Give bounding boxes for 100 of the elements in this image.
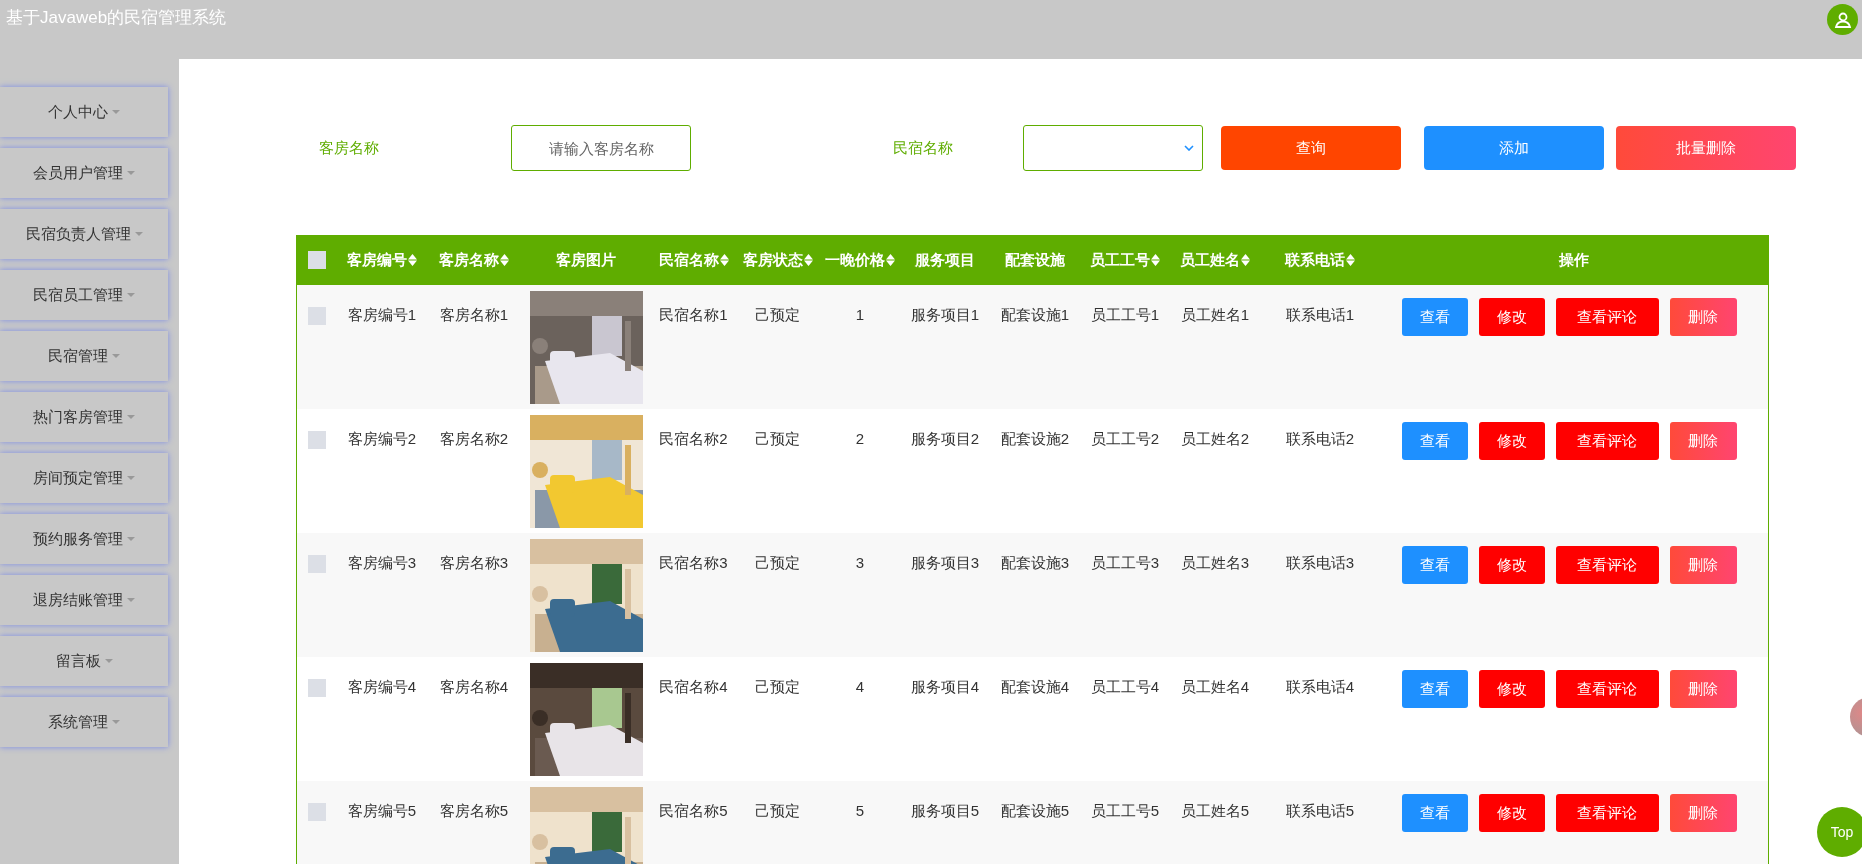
view-button[interactable]: 查看 [1401, 794, 1468, 832]
table-cell-text: 己预定 [755, 305, 800, 324]
sidebar-item[interactable]: 民宿负责人管理 [0, 209, 168, 259]
caret-icon [127, 171, 135, 175]
sidebar-item[interactable]: 民宿员工管理 [0, 270, 168, 320]
column-label: 配套设施 [1005, 249, 1065, 270]
homestay-select[interactable] [1023, 125, 1203, 171]
sort-icon[interactable] [1241, 254, 1250, 266]
edit-button[interactable]: 修改 [1478, 422, 1545, 460]
table-cell-text: 员工工号4 [1090, 677, 1160, 696]
table-cell-text: 己预定 [755, 553, 800, 572]
table-cell-text: 民宿名称5 [659, 801, 728, 820]
caret-icon [112, 354, 120, 358]
caret-icon [127, 476, 135, 480]
view-button[interactable]: 查看 [1401, 298, 1468, 336]
column-label: 联系电话 [1285, 249, 1345, 270]
comments-button[interactable]: 查看评论 [1555, 546, 1659, 584]
query-button[interactable]: 查询 [1221, 126, 1401, 170]
sidebar-item[interactable]: 房间预定管理 [0, 453, 168, 503]
delete-button[interactable]: 删除 [1669, 794, 1737, 832]
table-cell-text: 配套设施3 [1000, 553, 1070, 572]
table-cell-text: 联系电话3 [1285, 553, 1355, 572]
table-cell-text: 联系电话2 [1285, 429, 1355, 448]
delete-button[interactable]: 删除 [1669, 546, 1737, 584]
comments-button[interactable]: 查看评论 [1555, 794, 1659, 832]
user-icon[interactable] [1827, 4, 1858, 35]
sidebar-item[interactable]: 退房结账管理 [0, 575, 168, 625]
sidebar-item[interactable]: 会员用户管理 [0, 148, 168, 198]
table-cell-text: 客房编号5 [347, 801, 417, 820]
comments-button[interactable]: 查看评论 [1555, 422, 1659, 460]
caret-icon [112, 720, 120, 724]
table-cell-text: 民宿名称3 [659, 553, 728, 572]
checkbox[interactable] [307, 431, 326, 449]
table-cell-text: 民宿名称1 [659, 305, 728, 324]
sidebar-item[interactable]: 个人中心 [0, 87, 168, 137]
chevron-down-icon [1184, 145, 1194, 151]
column-label: 客房状态 [742, 249, 803, 270]
comments-button[interactable]: 查看评论 [1555, 670, 1659, 708]
column-label: 民宿名称 [658, 249, 719, 270]
bulk-delete-button[interactable]: 批量删除 [1616, 126, 1796, 170]
table-cell-text: 员工工号3 [1090, 553, 1160, 572]
table-cell-text: 己预定 [755, 429, 800, 448]
checkbox[interactable] [307, 803, 326, 821]
caret-icon [127, 598, 135, 602]
caret-icon [134, 232, 143, 236]
table-cell-text: 客房编号3 [347, 553, 417, 572]
table-cell-text: 服务项目5 [910, 801, 980, 820]
delete-button[interactable]: 删除 [1669, 670, 1737, 708]
table-cell-text: 联系电话5 [1285, 801, 1355, 820]
view-button[interactable]: 查看 [1401, 670, 1468, 708]
checkbox[interactable] [307, 307, 326, 325]
sidebar-item[interactable]: 预约服务管理 [0, 514, 168, 564]
comments-button[interactable]: 查看评论 [1555, 298, 1659, 336]
sort-icon[interactable] [408, 254, 417, 266]
checkbox[interactable] [307, 251, 326, 269]
checkbox[interactable] [307, 679, 326, 697]
table-cell-text: 员工工号2 [1090, 429, 1160, 448]
edit-button[interactable]: 修改 [1478, 546, 1545, 584]
table-cell-text: 客房名称5 [439, 801, 509, 820]
table-cell-text: 客房名称2 [439, 429, 509, 448]
sort-icon[interactable] [1346, 254, 1355, 266]
table-cell-text: 配套设施1 [1000, 305, 1070, 324]
field-label: 客房名称 [319, 137, 380, 158]
table-cell-text: 客房编号2 [347, 429, 417, 448]
edit-button[interactable]: 修改 [1478, 670, 1545, 708]
delete-button[interactable]: 删除 [1669, 298, 1737, 336]
table-cell-text: 服务项目4 [910, 677, 980, 696]
caret-icon [127, 415, 135, 419]
edit-button[interactable]: 修改 [1478, 298, 1545, 336]
table-cell-text: 员工工号1 [1090, 305, 1160, 324]
sort-icon[interactable] [886, 254, 895, 266]
edit-button[interactable]: 修改 [1478, 794, 1545, 832]
sort-icon[interactable] [500, 254, 509, 266]
table-cell-text: 2 [855, 429, 865, 448]
add-button[interactable]: 添加 [1424, 126, 1604, 170]
table-cell-text: 配套设施2 [1000, 429, 1070, 448]
sidebar-item[interactable]: 留言板 [0, 636, 168, 686]
table-cell-text: 客房名称3 [439, 553, 509, 572]
table-cell-text: 配套设施5 [1000, 801, 1070, 820]
sidebar-item[interactable]: 系统管理 [0, 697, 168, 747]
field-label: 民宿名称 [893, 137, 954, 158]
column-label: 客房编号 [347, 249, 407, 270]
table-cell-text: 员工姓名5 [1180, 801, 1250, 820]
table-cell-text: 己预定 [755, 677, 800, 696]
sort-icon[interactable] [803, 254, 813, 266]
sort-icon[interactable] [719, 254, 729, 266]
delete-button[interactable]: 删除 [1669, 422, 1737, 460]
sort-icon[interactable] [1151, 254, 1160, 266]
table-cell-text: 联系电话1 [1285, 305, 1355, 324]
table-cell-text: 员工姓名4 [1180, 677, 1250, 696]
checkbox[interactable] [307, 555, 326, 573]
view-button[interactable]: 查看 [1401, 422, 1468, 460]
table-cell-text: 己预定 [755, 801, 800, 820]
sidebar-item[interactable]: 热门客房管理 [0, 392, 168, 442]
back-to-top-button[interactable]: Top [1817, 807, 1862, 857]
column-label: 一晚价格 [825, 249, 885, 270]
sidebar-item[interactable]: 民宿管理 [0, 331, 168, 381]
column-label: 员工工号 [1090, 249, 1150, 270]
view-button[interactable]: 查看 [1401, 546, 1468, 584]
room-name-field[interactable]: 请输入客房名称 [511, 125, 691, 171]
